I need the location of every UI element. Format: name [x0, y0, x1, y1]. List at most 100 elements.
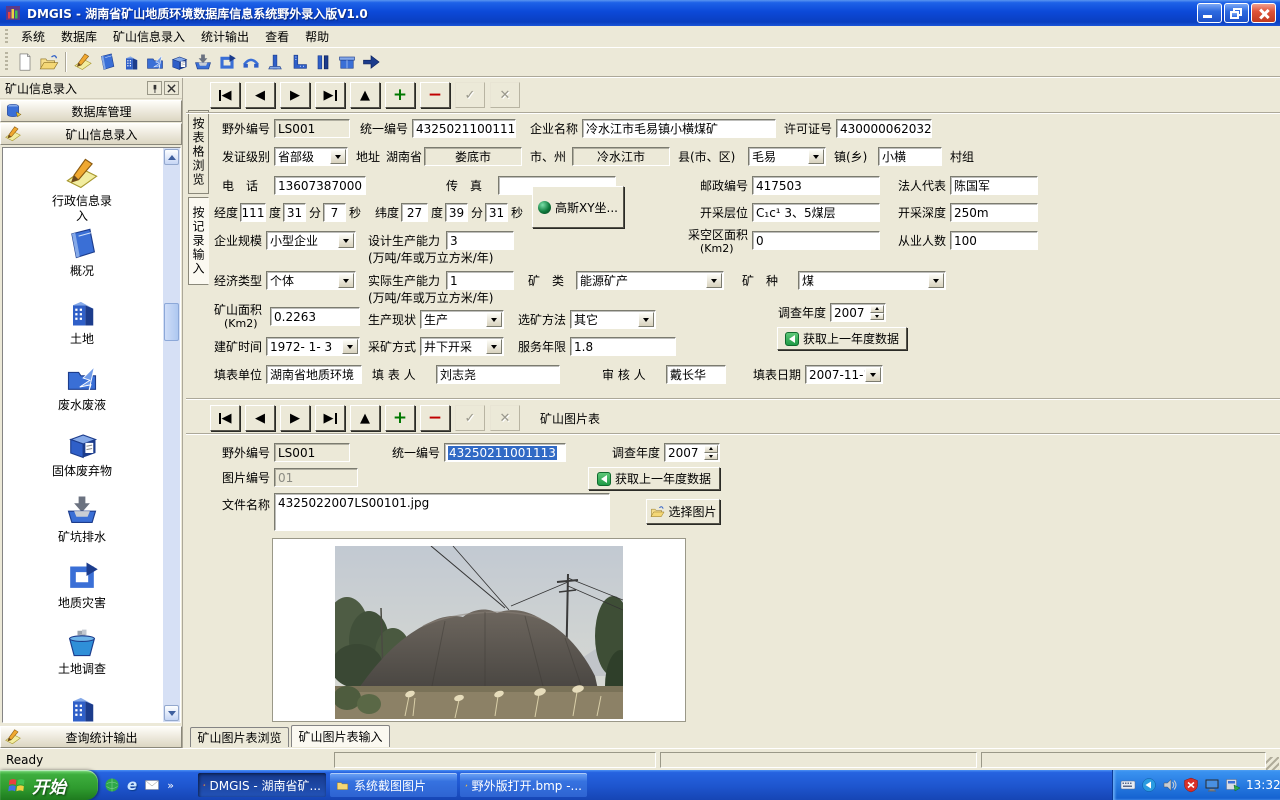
dropdown-icon[interactable] — [706, 273, 722, 288]
taskbar-task-bmp[interactable]: 野外版打开.bmp -... — [460, 773, 587, 797]
dropdown-icon[interactable] — [865, 367, 881, 382]
pit-drainage-toolbar-button[interactable] — [191, 50, 215, 74]
nav1-first-button[interactable]: ◀ — [210, 82, 240, 108]
pic-field-no-input[interactable]: LS001 — [274, 443, 350, 462]
sidebar-group-query-output[interactable]: 查询统计输出 — [0, 726, 182, 748]
sidebar-item-partial[interactable] — [3, 690, 161, 723]
mining-method-combo[interactable]: 井下开采 — [420, 337, 504, 356]
pillar-toolbar-button[interactable] — [263, 50, 287, 74]
solid-waste-toolbar-button[interactable] — [167, 50, 191, 74]
sidebar-item-overview[interactable]: 概况 — [3, 226, 161, 279]
menu-view[interactable]: 查看 — [257, 26, 297, 47]
area-input[interactable]: 0.2263 — [270, 307, 360, 326]
nav1-top-button[interactable]: ▲ — [350, 82, 380, 108]
nav1-last-button[interactable]: ▶ — [315, 82, 345, 108]
tab-picture-input[interactable]: 矿山图片表输入 — [291, 725, 390, 747]
ruler-toolbar-button[interactable] — [287, 50, 311, 74]
start-button[interactable]: 开始 — [0, 770, 98, 800]
sidebar-group-mine-entry[interactable]: 矿山信息录入 — [0, 123, 182, 145]
scale-combo[interactable]: 小型企业 — [266, 231, 356, 250]
nav2-last-button[interactable]: ▶ — [315, 405, 345, 431]
pic-unified-no-input[interactable]: 43250211001113 — [444, 443, 566, 462]
actual-cap-input[interactable]: 1 — [446, 271, 514, 290]
ore-kind-combo[interactable]: 煤 — [798, 271, 946, 290]
land-toolbar-button[interactable] — [119, 50, 143, 74]
sidebar-scrollbar[interactable] — [163, 148, 180, 722]
town-input[interactable]: 小横 — [878, 147, 942, 166]
nav2-first-button[interactable]: ◀ — [210, 405, 240, 431]
new-file-button[interactable] — [13, 50, 37, 74]
dropdown-icon[interactable] — [342, 339, 358, 354]
service-years-input[interactable]: 1.8 — [570, 337, 676, 356]
menu-database[interactable]: 数据库 — [53, 26, 105, 47]
pic-fetch-prev-year-button[interactable]: 获取上一年度数据 — [588, 467, 720, 490]
postal-input[interactable]: 417503 — [752, 176, 880, 195]
economy-combo[interactable]: 个体 — [266, 271, 356, 290]
updater-tray-icon[interactable] — [1225, 777, 1241, 793]
display-tray-icon[interactable] — [1204, 777, 1220, 793]
sidebar-item-land-survey[interactable]: 土地调查 — [3, 624, 161, 677]
longitude-min-input[interactable]: 31 — [283, 203, 306, 222]
splitter[interactable] — [186, 398, 1280, 400]
nav2-add-button[interactable]: + — [385, 405, 415, 431]
admin-entry-toolbar-button[interactable] — [71, 50, 95, 74]
minimize-button[interactable] — [1197, 3, 1222, 23]
latitude-min-input[interactable]: 39 — [445, 203, 468, 222]
menu-help[interactable]: 帮助 — [297, 26, 337, 47]
pin-icon[interactable] — [147, 81, 162, 95]
overview-toolbar-button[interactable] — [95, 50, 119, 74]
goaf-input[interactable]: 0 — [752, 231, 880, 250]
depth-input[interactable]: 250m — [950, 203, 1038, 222]
sidebar-group-database[interactable]: 数据库管理 — [0, 100, 182, 122]
longitude-sec-input[interactable]: 7 — [323, 203, 346, 222]
dropdown-icon[interactable] — [928, 273, 944, 288]
tab-table-browse[interactable]: 按表格浏览 — [188, 110, 209, 194]
dropdown-icon[interactable] — [338, 273, 354, 288]
nav1-delete-button[interactable]: − — [420, 82, 450, 108]
prefecture-input[interactable]: 冷水江市 — [572, 147, 670, 166]
filler-input[interactable]: 刘志尧 — [436, 365, 560, 384]
dropdown-icon[interactable] — [338, 233, 354, 248]
taskbar-task-dmgis[interactable]: DMGIS - 湖南省矿... — [198, 773, 326, 797]
dropdown-icon[interactable] — [486, 312, 502, 327]
nav1-next-button[interactable]: ▶ — [280, 82, 310, 108]
field-no-input[interactable]: LS001 — [274, 119, 350, 138]
city-input[interactable]: 娄底市 — [424, 147, 522, 166]
build-time-combo[interactable]: 1972- 1- 3 — [266, 337, 360, 356]
fill-unit-input[interactable]: 湖南省地质环境 — [266, 365, 362, 384]
clock[interactable]: 13:32 — [1246, 778, 1280, 792]
sidebar-close-icon[interactable] — [164, 81, 179, 95]
mail-icon[interactable] — [144, 777, 160, 793]
gauss-xy-button[interactable]: 高斯XY坐... — [532, 186, 624, 228]
unified-no-input[interactable]: 43250211001113 — [412, 119, 516, 138]
nav2-top-button[interactable]: ▲ — [350, 405, 380, 431]
antivirus-tray-icon[interactable] — [1183, 777, 1199, 793]
scroll-up-icon[interactable] — [164, 149, 179, 165]
latitude-sec-input[interactable]: 31 — [485, 203, 508, 222]
prod-status-combo[interactable]: 生产 — [420, 310, 504, 329]
filename-input[interactable]: 4325022007LS00101.jpg — [274, 493, 610, 531]
spinner-icons[interactable] — [704, 445, 718, 460]
pic-survey-year-spinner[interactable]: 2007 — [664, 443, 720, 462]
dropdown-icon[interactable] — [638, 312, 654, 327]
tab-picture-browse[interactable]: 矿山图片表浏览 — [190, 727, 289, 747]
spinner-icons[interactable] — [870, 305, 884, 320]
phone-input[interactable]: 13607387000 — [274, 176, 366, 195]
latitude-deg-input[interactable]: 27 — [401, 203, 428, 222]
sidebar-item-solid-waste[interactable]: 固体废弃物 — [3, 426, 161, 479]
nav2-prev-button[interactable]: ◀ — [245, 405, 275, 431]
geo-hazard-toolbar-button[interactable] — [215, 50, 239, 74]
scroll-down-icon[interactable] — [164, 705, 179, 721]
restore-button[interactable] — [1224, 3, 1249, 23]
resize-grip[interactable] — [1266, 757, 1279, 770]
menu-system[interactable]: 系统 — [13, 26, 53, 47]
package-toolbar-button[interactable] — [335, 50, 359, 74]
nav2-delete-button[interactable]: − — [420, 405, 450, 431]
scroll-thumb[interactable] — [164, 303, 179, 341]
nav2-next-button[interactable]: ▶ — [280, 405, 310, 431]
longitude-deg-input[interactable]: 111 — [240, 203, 266, 222]
nav1-add-button[interactable]: + — [385, 82, 415, 108]
sidebar-item-admin-entry[interactable]: 行政信息录入 — [3, 156, 161, 224]
columns-toolbar-button[interactable] — [311, 50, 335, 74]
fill-date-combo[interactable]: 2007-11-13 — [805, 365, 883, 384]
